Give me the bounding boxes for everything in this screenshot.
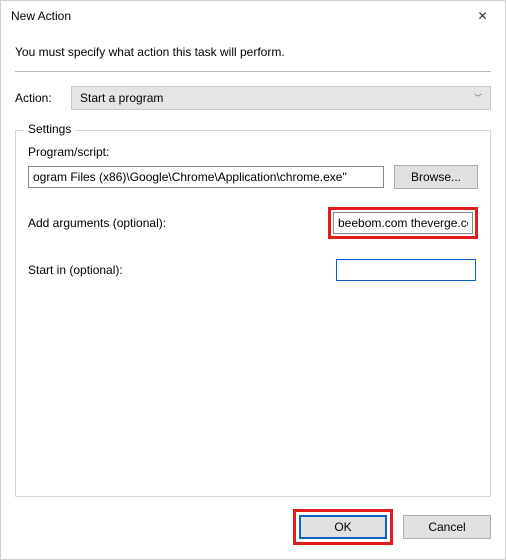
program-input[interactable] <box>28 166 384 188</box>
program-label: Program/script: <box>28 145 478 159</box>
button-bar: OK Cancel <box>1 497 505 559</box>
cancel-button[interactable]: Cancel <box>403 515 491 539</box>
action-label: Action: <box>15 91 61 105</box>
startin-wrap <box>334 257 478 283</box>
close-icon: ✕ <box>477 9 487 23</box>
chevron-down-icon: ﹀ <box>474 93 482 104</box>
program-row: Browse... <box>28 165 478 189</box>
action-row: Action: Start a program ﹀ <box>15 86 491 110</box>
arguments-input[interactable] <box>333 212 473 234</box>
settings-group: Settings Program/script: Browse... Add a… <box>15 130 491 497</box>
arguments-label: Add arguments (optional): <box>28 216 166 230</box>
startin-input[interactable] <box>336 259 476 281</box>
window-title: New Action <box>11 9 71 23</box>
settings-legend: Settings <box>24 122 75 136</box>
action-selected-value: Start a program <box>80 91 163 105</box>
browse-button[interactable]: Browse... <box>394 165 478 189</box>
divider <box>15 71 491 72</box>
close-button[interactable]: ✕ <box>460 1 505 31</box>
titlebar: New Action ✕ <box>1 1 505 31</box>
startin-label: Start in (optional): <box>28 263 123 277</box>
action-dropdown[interactable]: Start a program ﹀ <box>71 86 491 110</box>
new-action-dialog: New Action ✕ You must specify what actio… <box>0 0 506 560</box>
ok-highlight: OK <box>293 509 393 545</box>
dialog-content: You must specify what action this task w… <box>1 31 505 497</box>
arguments-row: Add arguments (optional): <box>28 207 478 239</box>
startin-row: Start in (optional): <box>28 257 478 283</box>
instruction-text: You must specify what action this task w… <box>15 45 491 59</box>
ok-button[interactable]: OK <box>299 515 387 539</box>
arguments-highlight <box>328 207 478 239</box>
